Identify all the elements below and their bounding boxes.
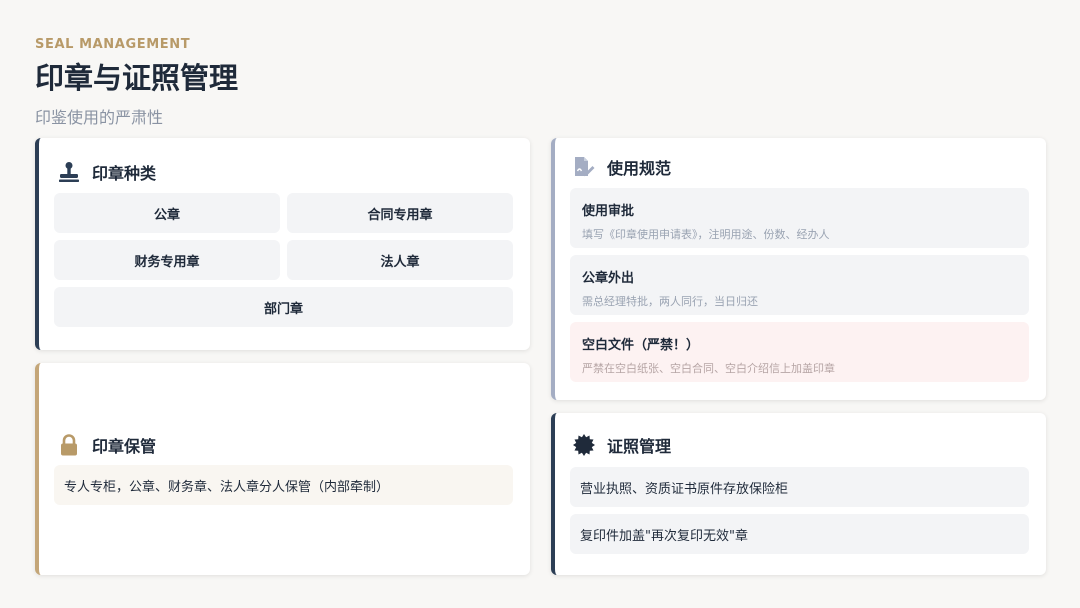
usage-rule-title: 公章外出 <box>582 271 635 286</box>
stamp-icon <box>57 160 81 184</box>
usage-rule-desc: 需总经理特批，两人同行，当日归还 <box>582 295 758 308</box>
seal-type-item: 公章 <box>54 193 280 233</box>
usage-rule-desc: 填写《印章使用申请表》，注明用途、份数、经办人 <box>582 228 830 241</box>
license-management-card: 证照管理 营业执照、资质证书原件存放保险柜 复印件加盖"再次复印无效"章 <box>551 413 1046 575</box>
usage-rule-title: 使用审批 <box>582 204 635 219</box>
usage-rules-title: 使用规范 <box>607 159 672 178</box>
license-item: 营业执照、资质证书原件存放保险柜 <box>570 467 1029 507</box>
page-title: 印章与证照管理 <box>35 61 239 95</box>
seal-type-item: 部门章 <box>54 287 513 327</box>
seal-types-title: 印章种类 <box>92 164 157 183</box>
usage-rules-card: 使用规范 使用审批 填写《印章使用申请表》，注明用途、份数、经办人 公章外出 需… <box>551 138 1046 400</box>
usage-rule-item: 使用审批 填写《印章使用申请表》，注明用途、份数、经办人 <box>570 188 1029 248</box>
eyebrow-label: SEAL MANAGEMENT <box>35 37 191 52</box>
seal-storage-header: 印章保管 <box>57 433 156 457</box>
seal-type-item: 法人章 <box>287 240 513 280</box>
usage-rule-desc: 严禁在空白纸张、空白合同、空白介绍信上加盖印章 <box>582 362 835 375</box>
license-management-header: 证照管理 <box>572 433 671 457</box>
license-management-title: 证照管理 <box>607 437 672 456</box>
document-sign-icon <box>572 155 596 179</box>
seal-storage-card: 印章保管 专人专柜，公章、财务章、法人章分人保管（内部牵制） <box>35 363 530 575</box>
slide: SEAL MANAGEMENT 印章与证照管理 印鉴使用的严肃性 印章种类 公章… <box>0 0 1080 608</box>
page-subtitle: 印鉴使用的严肃性 <box>35 108 164 127</box>
usage-rules-header: 使用规范 <box>572 155 671 179</box>
seal-type-item: 财务专用章 <box>54 240 280 280</box>
seal-storage-text: 专人专柜，公章、财务章、法人章分人保管（内部牵制） <box>54 465 513 505</box>
seal-types-card: 印章种类 公章 合同专用章 财务专用章 法人章 部门章 <box>35 138 530 350</box>
usage-rule-title: 空白文件（严禁！） <box>582 338 700 353</box>
usage-rule-item-warning: 空白文件（严禁！） 严禁在空白纸张、空白合同、空白介绍信上加盖印章 <box>570 322 1029 382</box>
license-item: 复印件加盖"再次复印无效"章 <box>570 514 1029 554</box>
seal-storage-title: 印章保管 <box>92 437 157 456</box>
seal-type-item: 合同专用章 <box>287 193 513 233</box>
usage-rule-item: 公章外出 需总经理特批，两人同行，当日归还 <box>570 255 1029 315</box>
certificate-badge-icon <box>572 433 596 457</box>
seal-types-header: 印章种类 <box>57 160 156 184</box>
lock-icon <box>57 433 81 457</box>
